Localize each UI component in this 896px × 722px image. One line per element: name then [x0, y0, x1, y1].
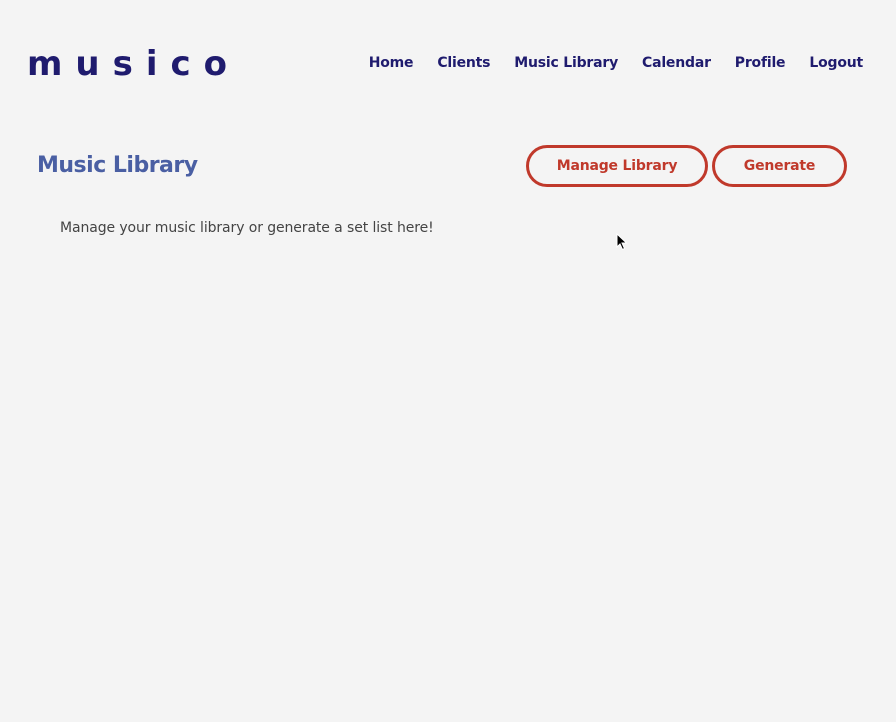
- header: musico Home Clients Music Library Calend…: [0, 0, 896, 120]
- page-title: Music Library: [37, 153, 198, 178]
- manage-library-button[interactable]: Manage Library: [526, 145, 708, 187]
- nav-clients[interactable]: Clients: [437, 53, 490, 73]
- nav-home[interactable]: Home: [369, 53, 414, 73]
- mouse-pointer-icon: [616, 233, 628, 251]
- nav-profile[interactable]: Profile: [735, 53, 786, 73]
- logo[interactable]: musico: [27, 42, 240, 86]
- nav-calendar[interactable]: Calendar: [642, 53, 711, 73]
- generate-button[interactable]: Generate: [712, 145, 847, 187]
- nav-music-library[interactable]: Music Library: [514, 53, 618, 73]
- nav-logout[interactable]: Logout: [809, 53, 863, 73]
- page-description: Manage your music library or generate a …: [60, 220, 434, 236]
- main-nav: Home Clients Music Library Calendar Prof…: [369, 53, 864, 73]
